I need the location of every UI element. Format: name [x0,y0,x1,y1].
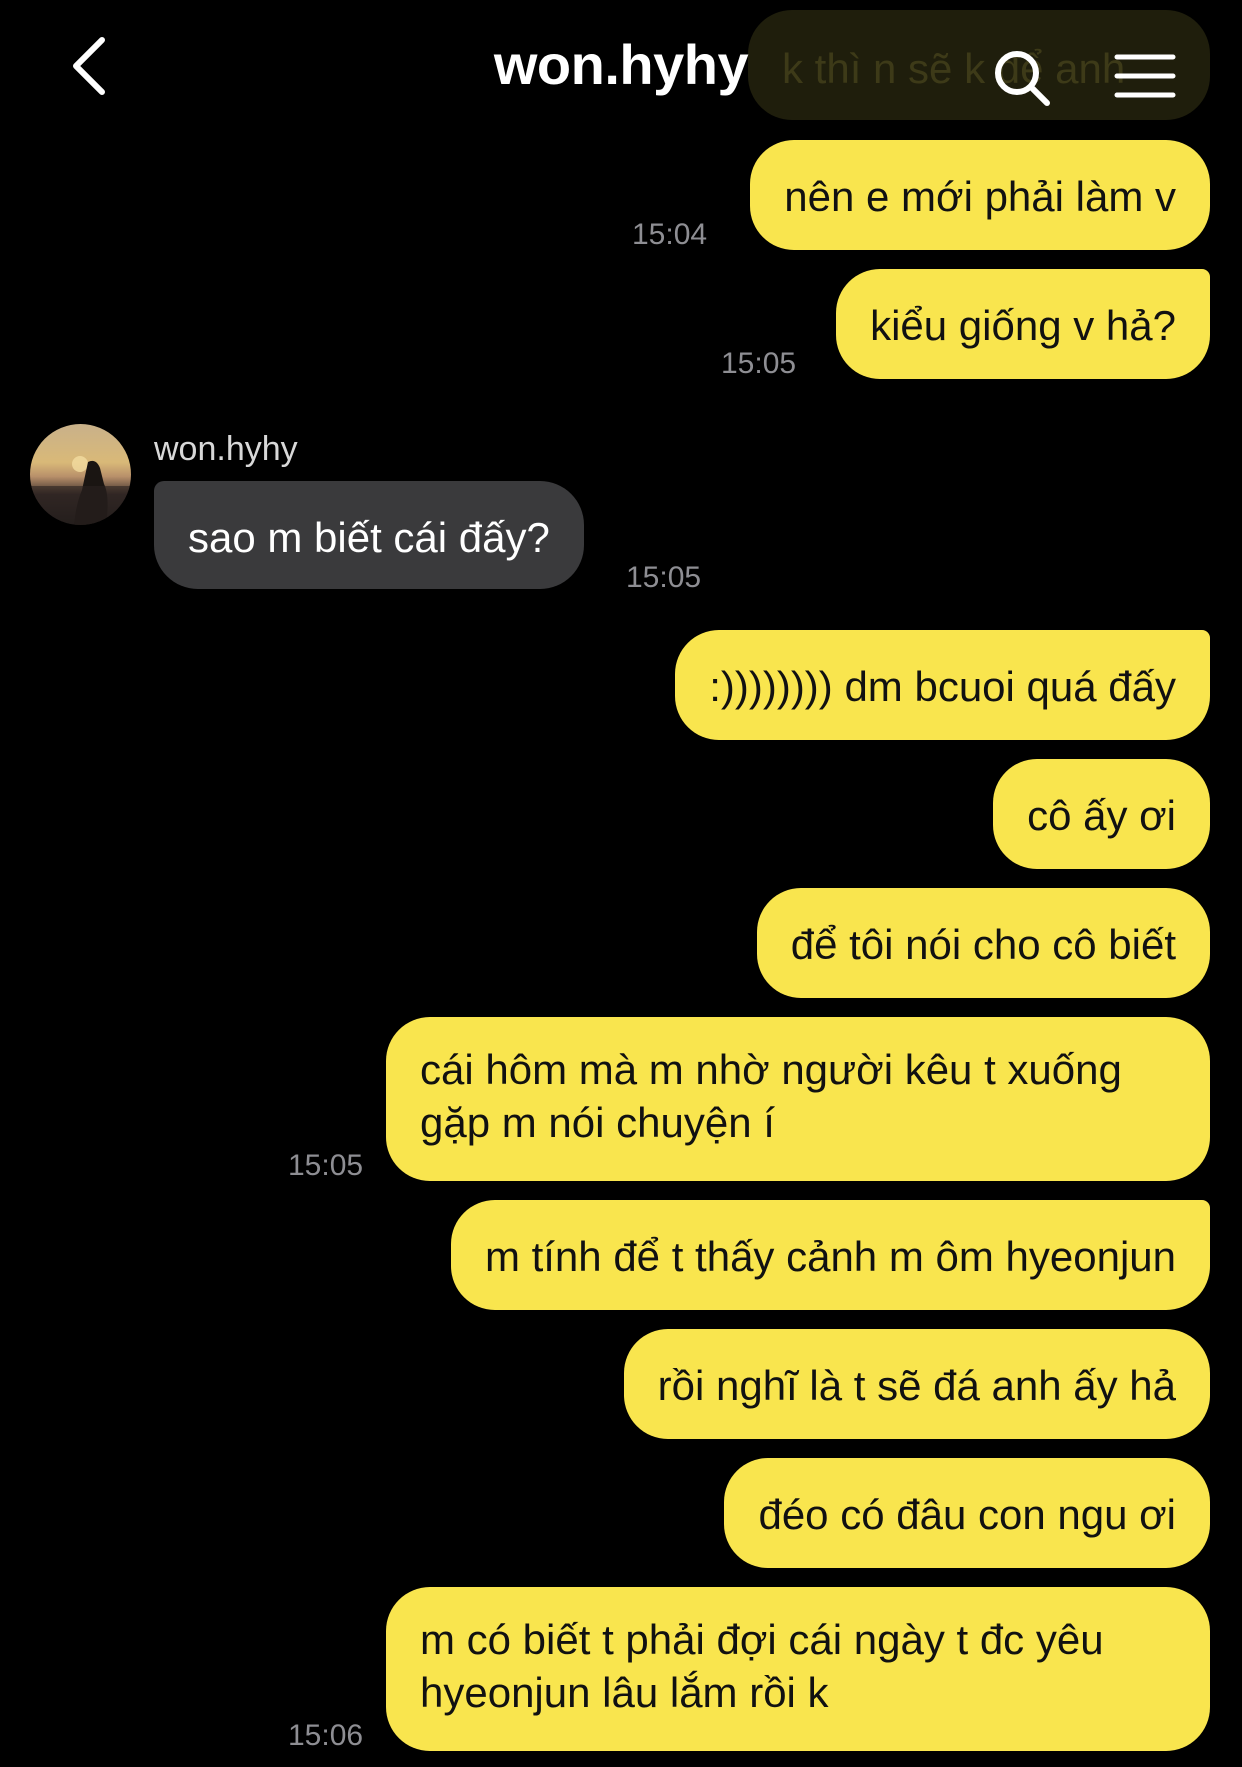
message-bubble[interactable]: rồi nghĩ là t sẽ đá anh ấy hả [623,1329,1210,1439]
message-bubble[interactable]: nên e mới phải làm v [750,140,1210,250]
message-bubble[interactable]: kiểu giống v hả? [836,269,1210,379]
message-time: 15:05 [721,347,797,380]
message-text: sao m biết cái đấy? [188,514,550,561]
message-bubble[interactable]: m có biết t phải đợi cái ngày t đc yêu h… [386,1587,1210,1751]
message-text: nên e mới phải làm v [784,173,1176,220]
message-text: m tính để t thấy cảnh m ôm hyeonjun [484,1233,1176,1280]
message-bubble[interactable]: để tôi nói cho cô biết [756,888,1210,998]
message-text: kiểu giống v hả? [870,302,1176,349]
message-text-line: m có biết t phải đợi cái ngày t đc yêu [420,1616,1104,1663]
sender-name: won.hyhy [154,430,298,468]
message-time: 15:04 [632,218,708,251]
hamburger-menu-icon[interactable] [1114,52,1176,100]
message-bubble[interactable]: đéo có đâu con ngu ơi [724,1458,1210,1568]
message-text: rồi nghĩ là t sẽ đá anh ấy hả [657,1362,1176,1409]
message-text-line: cái hôm mà m nhờ người kêu t xuống [420,1046,1122,1093]
chat-header: won.hyhy [0,0,1242,135]
chat-title: won.hyhy [493,33,749,96]
message-bubble[interactable]: cô ấy ơi [993,759,1210,869]
message-time: 15:05 [626,561,702,594]
message-bubble[interactable]: m tính để t thấy cảnh m ôm hyeonjun [450,1200,1210,1310]
message-text: để tôi nói cho cô biết [790,921,1176,968]
message-text-line: hyeonjun lâu lắm rồi k [420,1669,829,1716]
message-bubble[interactable]: sao m biết cái đấy? [154,481,584,589]
message-bubble[interactable]: cái hôm mà m nhờ người kêu t xuống gặp m… [386,1017,1210,1181]
message-text: cô ấy ơi [1027,792,1176,839]
message-text-line: gặp m nói chuyện í [420,1099,775,1146]
avatar[interactable] [30,424,131,525]
message-bubble[interactable]: :)))))))) dm bcuoi quá đấy [675,630,1210,740]
message-text: :)))))))) dm bcuoi quá đấy [709,663,1176,710]
message-time: 15:05 [288,1149,364,1182]
message-text: đéo có đâu con ngu ơi [758,1491,1176,1538]
search-icon[interactable] [992,48,1052,108]
message-time: 15:06 [288,1719,364,1752]
